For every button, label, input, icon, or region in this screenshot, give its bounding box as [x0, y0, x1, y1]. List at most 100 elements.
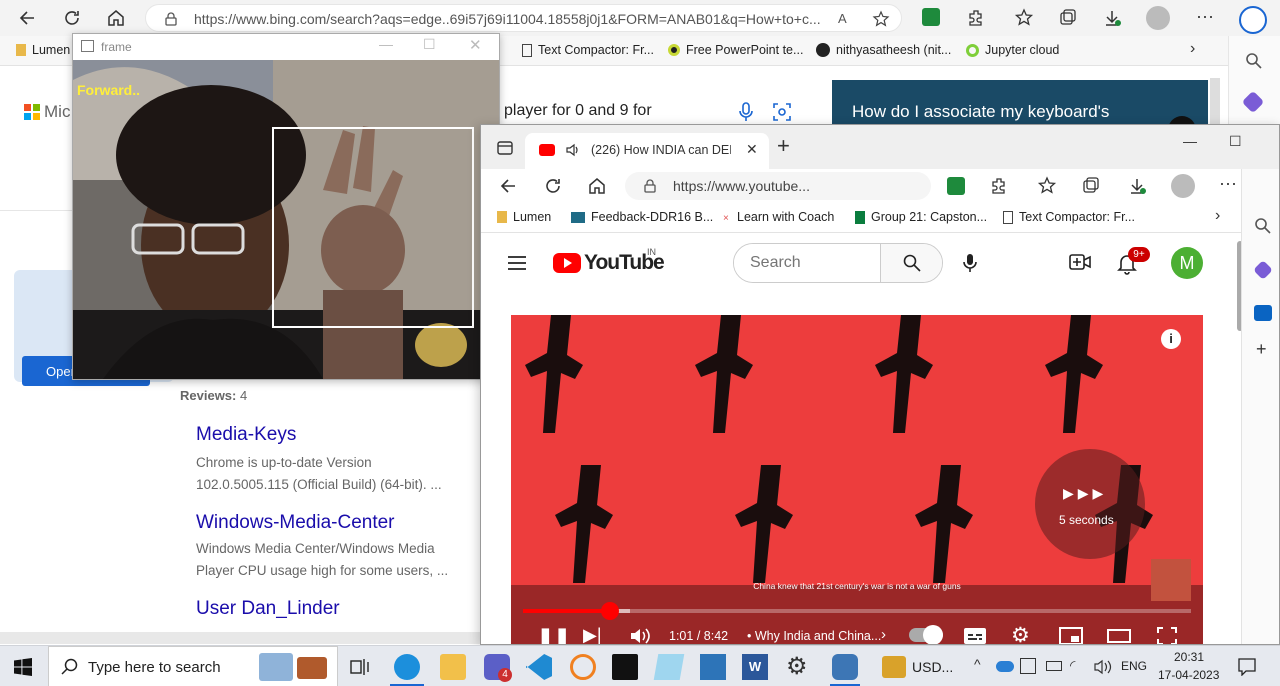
tray-app-icon[interactable] [1020, 658, 1036, 674]
chevron-right-icon[interactable]: › [1215, 207, 1220, 225]
collections-icon[interactable] [1081, 176, 1101, 196]
favorites-icon[interactable] [1037, 176, 1057, 196]
visual-search-icon[interactable] [772, 102, 792, 122]
new-tab-icon[interactable]: + [777, 133, 790, 159]
result-title-windows-media-center[interactable]: Windows-Media-Center [196, 512, 395, 534]
result-title-media-keys[interactable]: Media-Keys [196, 424, 296, 446]
address-bar[interactable]: https://www.youtube... [625, 172, 931, 200]
extension-green-icon[interactable] [947, 177, 965, 195]
clock-time[interactable]: 20:31 [1174, 650, 1204, 664]
speaker-icon[interactable] [565, 142, 581, 158]
youtube-logo-icon[interactable] [553, 253, 581, 273]
windows-start-icon[interactable] [14, 658, 32, 676]
search-button[interactable] [880, 244, 942, 282]
fav-text-compactor[interactable]: Text Compactor: Fr... [1003, 210, 1135, 224]
settings-icon[interactable]: ⚙ [786, 652, 808, 681]
photos-icon[interactable] [700, 654, 726, 680]
outlook-icon[interactable] [1254, 305, 1272, 321]
next-icon[interactable]: ▶| [583, 625, 602, 644]
fav-learn-coach[interactable]: × Learn with Coach [723, 210, 834, 224]
info-icon[interactable]: i [1161, 329, 1181, 349]
taskbar-search-box[interactable]: Type here to search [48, 646, 338, 686]
notifications-icon[interactable] [1238, 658, 1256, 676]
close-tab-icon[interactable]: ✕ [746, 141, 758, 158]
hamburger-menu-icon[interactable] [507, 255, 527, 271]
currency-widget-text[interactable]: USD... [912, 659, 953, 675]
progress-bar[interactable] [523, 602, 1191, 620]
volume-icon[interactable] [1094, 659, 1112, 675]
chapter-title[interactable]: • Why India and China... [747, 629, 881, 643]
extension-green-icon[interactable] [922, 8, 940, 26]
minimize-icon[interactable]: — [1183, 133, 1197, 149]
fav-text-compactor[interactable]: Text Compactor: Fr... [522, 43, 654, 57]
search-query[interactable]: player for 0 and 9 for [504, 102, 652, 120]
downloads-icon[interactable] [1127, 176, 1147, 196]
fav-powerpoint[interactable]: Free PowerPoint te... [668, 43, 803, 57]
task-view-icon[interactable] [350, 658, 370, 676]
fav-lumen[interactable]: Lumen [497, 210, 551, 224]
tab-youtube[interactable]: (226) How INDIA can DEFEA ✕ [525, 133, 769, 169]
search-input[interactable] [734, 244, 880, 282]
address-bar[interactable]: https://www.bing.com/search?aqs=edge..69… [145, 4, 902, 32]
extensions-icon[interactable] [966, 8, 986, 28]
maximize-icon[interactable]: ☐ [1229, 133, 1242, 150]
more-menu-icon[interactable]: ··· [1196, 6, 1214, 27]
add-favorite-icon[interactable] [872, 10, 890, 28]
jupyter-icon[interactable] [570, 654, 596, 680]
refresh-icon[interactable] [543, 176, 563, 196]
volume-icon[interactable] [629, 627, 651, 645]
horizontal-scrollbar[interactable] [0, 632, 480, 644]
refresh-icon[interactable] [62, 8, 82, 28]
scrubber-handle[interactable] [600, 602, 619, 620]
search-icon[interactable] [1245, 52, 1263, 70]
fav-group21[interactable]: Group 21: Capston... [855, 210, 987, 224]
home-icon[interactable] [106, 8, 126, 28]
language-indicator[interactable]: ENG [1121, 659, 1147, 673]
miniplayer-icon[interactable] [1059, 627, 1083, 645]
video-player[interactable]: i ▶▶▶ 5 seconds China knew that 21st cen… [511, 315, 1203, 645]
fav-feedback[interactable]: Feedback-DDR16 B... [571, 210, 713, 224]
onedrive-icon[interactable] [996, 661, 1014, 672]
read-aloud-icon[interactable]: A [838, 11, 847, 26]
minimize-icon[interactable]: — [379, 36, 393, 52]
sticky-notes-icon[interactable] [653, 654, 685, 680]
chevron-right-icon[interactable]: › [1190, 40, 1195, 58]
more-menu-icon[interactable]: ··· [1219, 173, 1237, 194]
extensions-icon[interactable] [989, 176, 1009, 196]
edge-icon[interactable] [394, 654, 420, 680]
settings-icon[interactable]: ⚙ [1011, 623, 1030, 644]
theater-mode-icon[interactable] [1107, 629, 1131, 643]
fullscreen-icon[interactable] [1157, 627, 1177, 645]
wifi-icon[interactable]: ◜ [1070, 657, 1075, 674]
chevron-up-icon[interactable]: ^ [974, 656, 981, 672]
back-icon[interactable] [18, 8, 38, 28]
downloads-icon[interactable] [1102, 8, 1122, 28]
battery-icon[interactable] [1046, 661, 1062, 671]
chapter-chevron-icon[interactable]: › [881, 626, 886, 643]
word-icon[interactable]: W [742, 654, 768, 680]
search-icon[interactable] [1254, 217, 1272, 235]
fav-lumen[interactable]: Lumen [16, 43, 70, 57]
vscode-icon[interactable] [526, 654, 552, 680]
file-explorer-icon[interactable] [440, 654, 466, 680]
autoplay-toggle[interactable] [909, 625, 943, 644]
currency-widget-icon[interactable] [882, 656, 906, 678]
tools-icon[interactable] [1253, 260, 1273, 280]
create-video-icon[interactable] [1069, 253, 1091, 271]
favorites-icon[interactable] [1014, 8, 1034, 28]
home-icon[interactable] [587, 176, 607, 196]
microphone-icon[interactable] [738, 102, 754, 122]
bing-chat-icon[interactable] [1239, 6, 1267, 34]
profile-avatar[interactable] [1171, 174, 1195, 198]
microphone-icon[interactable] [963, 253, 977, 273]
fav-github[interactable]: nithyasatheesh (nit... [816, 43, 951, 57]
terminal-icon[interactable] [612, 654, 638, 680]
result-title-user[interactable]: User Dan_Linder [196, 598, 340, 620]
close-icon[interactable]: ✕ [469, 36, 482, 54]
python-icon[interactable] [832, 654, 858, 680]
add-icon[interactable]: + [1256, 339, 1267, 360]
maximize-icon[interactable]: ☐ [423, 36, 436, 53]
fav-jupyter[interactable]: Jupyter cloud [966, 43, 1059, 57]
collections-icon[interactable] [1058, 8, 1078, 28]
tools-icon[interactable] [1241, 90, 1265, 114]
